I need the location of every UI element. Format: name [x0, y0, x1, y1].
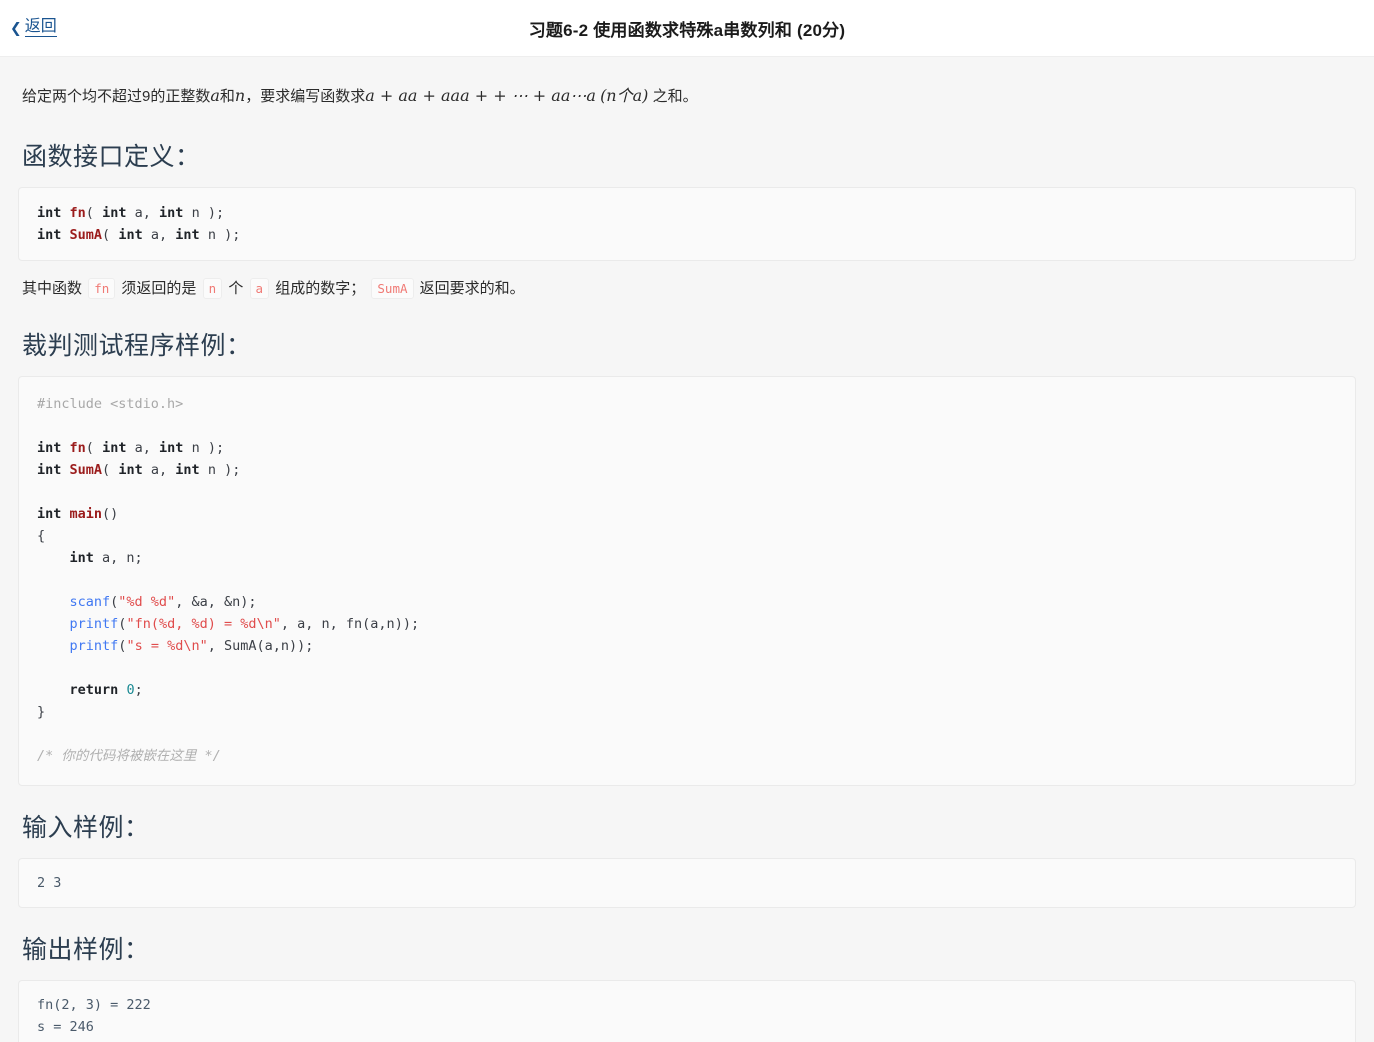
inline-code-a: a	[249, 278, 270, 299]
back-link[interactable]: ❮ 返回	[10, 19, 57, 37]
heading-input-sample: 输入样例：	[22, 813, 150, 842]
back-link-label: 返回	[24, 18, 57, 37]
heading-judge-sample: 裁判测试程序样例：	[22, 331, 252, 360]
intro-var-a: a	[210, 86, 220, 105]
interface-code-block: int fn( int a, int n ); int SumA( int a,…	[18, 187, 1356, 261]
intro-formula-paren: (n个a)	[600, 86, 649, 105]
page-title: 习题6-2 使用函数求特殊a串数列和 (20分)	[528, 20, 846, 40]
app-header: ❮ 返回 习题6-2 使用函数求特殊a串数列和 (20分)	[0, 0, 1374, 57]
problem-content: 给定两个均不超过9的正整数a和n，要求编写函数求a + aa + aaa + +…	[0, 57, 1374, 1042]
desc-part-5: 返回要求的和。	[419, 280, 525, 297]
chevron-left-icon: ❮	[10, 19, 22, 36]
inline-code-n: n	[202, 278, 223, 299]
judge-code-block: #include <stdio.h> int fn( int a, int n …	[18, 375, 1356, 786]
intro-text-1: 给定两个均不超过9的正整数	[22, 88, 211, 105]
intro-var-n: n	[234, 86, 246, 105]
heading-output-sample: 输出样例：	[22, 935, 150, 964]
intro-text-3: ，要求编写函数求	[245, 88, 366, 105]
heading-interface-definition: 函数接口定义：	[22, 143, 201, 171]
desc-part-1: 其中函数	[22, 280, 83, 297]
inline-code-fn: fn	[88, 278, 116, 299]
problem-description: 给定两个均不超过9的正整数a和n，要求编写函数求a + aa + aaa + +…	[18, 57, 1356, 115]
intro-text-4: 之和。	[652, 88, 698, 105]
output-sample-line-2: s = 246	[37, 1018, 94, 1035]
output-sample-block: fn(2, 3) = 222 s = 246	[18, 979, 1356, 1042]
intro-text-2: 和	[219, 88, 235, 105]
intro-formula: a + aa + aaa + + ⋯ + aa⋯a	[365, 86, 596, 105]
desc-part-4: 组成的数字；	[275, 280, 366, 297]
desc-part-3: 个	[228, 280, 244, 297]
desc-part-2: 须返回的是	[121, 280, 197, 297]
interface-explanation: 其中函数 fn 须返回的是 n 个 a 组成的数字； SumA 返回要求的和。	[22, 275, 1356, 304]
inline-code-suma: SumA	[371, 278, 414, 299]
input-sample-block: 2 3	[18, 857, 1356, 908]
output-sample-line-1: fn(2, 3) = 222	[37, 996, 151, 1013]
